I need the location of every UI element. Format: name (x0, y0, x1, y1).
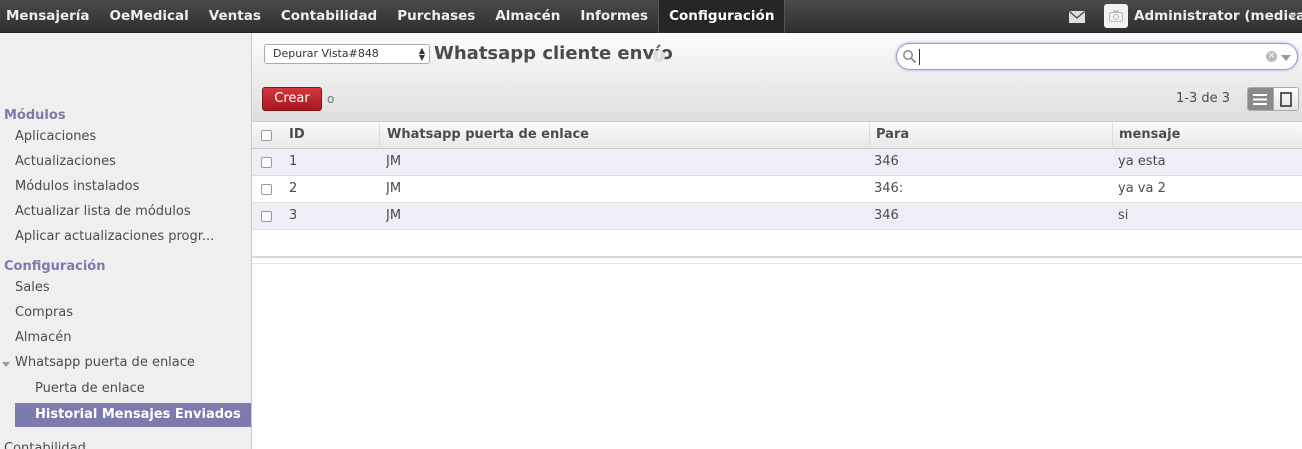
row-checkbox[interactable] (261, 184, 272, 195)
or-label: o (327, 92, 335, 106)
sidebar-item-actualizaciones[interactable]: Actualizaciones (15, 154, 116, 169)
sidebar-item-compras[interactable]: Compras (15, 305, 73, 320)
control-panel: Depurar Vista#848 ▲ ▼ Whatsapp cliente en… (252, 33, 1302, 122)
sidebar-section-modules: Módulos (4, 108, 66, 123)
menu-informes[interactable]: Informes (570, 0, 658, 33)
table-row[interactable]: 2 JM 346: ya va 2 (252, 176, 1302, 203)
cell-id: 2 (289, 181, 298, 196)
menu-oemedical[interactable]: OeMedical (100, 0, 199, 33)
sidebar: Módulos Aplicaciones Actualizaciones Mód… (0, 33, 252, 449)
menu-configuracion[interactable]: Configuración (658, 0, 786, 33)
debug-view-select[interactable]: Depurar Vista#848 ▲ ▼ (264, 44, 430, 64)
expanded-caret-icon[interactable] (2, 362, 10, 367)
sidebar-item-aplicar-actualizaciones[interactable]: Aplicar actualizaciones progr... (15, 229, 214, 244)
cell-para: 346 (874, 208, 899, 223)
menu-ventas[interactable]: Ventas (199, 0, 271, 33)
table-row[interactable]: 1 JM 346 ya esta (252, 149, 1302, 176)
select-all-checkbox[interactable] (261, 130, 272, 141)
menu-purchases[interactable]: Purchases (387, 0, 485, 33)
sidebar-item-whatsapp-gateway[interactable]: Whatsapp puerta de enlace (15, 355, 195, 370)
column-header-gateway[interactable]: Whatsapp puerta de enlace (387, 122, 857, 149)
select-arrows-icon: ▲ ▼ (418, 46, 425, 62)
table-footer-divider (252, 256, 1302, 264)
cell-gateway: JM (386, 208, 402, 223)
top-menu: Mensajería OeMedical Ventas Contabilidad… (0, 0, 786, 33)
sidebar-section-contabilidad[interactable]: Contabilidad (4, 441, 86, 449)
column-header-mensaje[interactable]: mensaje (1119, 122, 1299, 149)
menu-contabilidad[interactable]: Contabilidad (271, 0, 387, 33)
form-view-button[interactable] (1272, 88, 1298, 110)
page-title: Whatsapp cliente envío (434, 43, 673, 64)
column-header-para[interactable]: Para (876, 122, 1106, 149)
sidebar-item-sales[interactable]: Sales (15, 280, 50, 295)
cell-mensaje: ya va 2 (1118, 181, 1166, 196)
column-header-id[interactable]: ID (289, 122, 369, 149)
create-button[interactable]: Crear (262, 87, 322, 111)
cell-mensaje: si (1118, 208, 1129, 223)
cell-id: 1 (289, 154, 298, 169)
sidebar-section-configuracion: Configuración (4, 259, 106, 274)
top-menu-bar: Mensajería OeMedical Ventas Contabilidad… (0, 0, 1302, 33)
text-cursor (919, 49, 920, 65)
cell-id: 3 (289, 208, 298, 223)
table-header: ID Whatsapp puerta de enlace Para mensaj… (252, 122, 1302, 149)
sidebar-item-almacen[interactable]: Almacén (15, 330, 72, 345)
pager-value[interactable]: 1-3 de 3 (1176, 91, 1230, 106)
menu-almacen[interactable]: Almacén (485, 0, 570, 33)
sidebar-item-modulos-instalados[interactable]: Módulos instalados (15, 179, 139, 194)
sidebar-item-actualizar-lista[interactable]: Actualizar lista de módulos (15, 204, 191, 219)
menu-mensajeria[interactable]: Mensajería (0, 0, 100, 33)
records-table: ID Whatsapp puerta de enlace Para mensaj… (252, 122, 1302, 230)
row-checkbox[interactable] (261, 211, 272, 222)
table-row[interactable]: 3 JM 346 si (252, 203, 1302, 230)
camera-icon (1109, 10, 1123, 22)
avatar[interactable] (1104, 4, 1128, 28)
cell-gateway: JM (386, 154, 402, 169)
search-options-caret-icon[interactable] (1281, 55, 1291, 61)
cell-para: 346: (874, 181, 904, 196)
cell-para: 346 (874, 154, 899, 169)
search-icon (903, 50, 917, 64)
help-icon[interactable]: ? (653, 50, 665, 62)
clear-icon[interactable]: × (1266, 51, 1277, 62)
sidebar-item-puerta-de-enlace[interactable]: Puerta de enlace (35, 381, 145, 396)
cell-gateway: JM (386, 181, 402, 196)
sidebar-item-aplicaciones[interactable]: Aplicaciones (15, 129, 96, 144)
form-view-icon (1280, 91, 1292, 107)
debug-view-label: Depurar Vista#848 (273, 47, 379, 60)
sidebar-item-historial-mensajes[interactable]: Historial Mensajes Enviados (15, 403, 251, 427)
user-menu[interactable]: Administrator (medical) (1134, 0, 1302, 33)
search-box[interactable]: × (896, 43, 1298, 70)
view-switcher (1247, 87, 1299, 111)
cell-mensaje: ya esta (1118, 154, 1166, 169)
row-checkbox[interactable] (261, 157, 272, 168)
mail-icon[interactable] (1069, 11, 1085, 23)
list-view-icon (1253, 93, 1268, 105)
chevron-down-icon[interactable] (1289, 14, 1297, 19)
search-input[interactable] (923, 47, 1263, 67)
list-view-button[interactable] (1248, 88, 1273, 110)
